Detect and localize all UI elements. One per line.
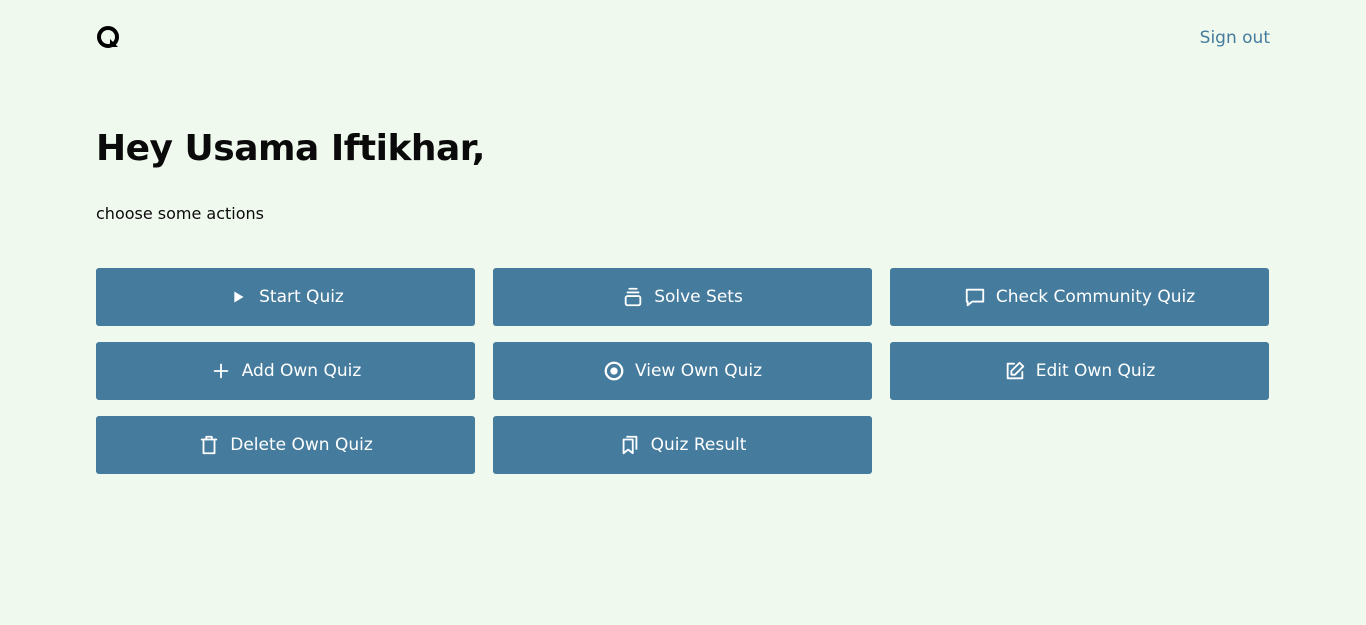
quiz-result-button[interactable]: Quiz Result [493, 416, 872, 474]
stack-icon [622, 286, 644, 308]
edit-icon [1004, 360, 1026, 382]
add-own-quiz-button[interactable]: Add Own Quiz [96, 342, 475, 400]
delete-own-quiz-label: Delete Own Quiz [230, 435, 373, 455]
target-icon [603, 360, 625, 382]
start-quiz-label: Start Quiz [259, 287, 344, 307]
plus-icon [210, 360, 232, 382]
check-community-quiz-label: Check Community Quiz [995, 287, 1196, 307]
edit-own-quiz-label: Edit Own Quiz [1035, 361, 1156, 381]
chat-icon [964, 286, 986, 308]
play-icon [227, 286, 249, 308]
solve-sets-button[interactable]: Solve Sets [493, 268, 872, 326]
sign-out-link[interactable]: Sign out [1200, 28, 1270, 48]
start-quiz-button[interactable]: Start Quiz [96, 268, 475, 326]
subtitle-text: choose some actions [96, 204, 265, 223]
bookmarks-icon [619, 434, 641, 456]
edit-own-quiz-button[interactable]: Edit Own Quiz [890, 342, 1269, 400]
view-own-quiz-button[interactable]: View Own Quiz [493, 342, 872, 400]
dashboard-page: Sign out Hey Usama Iftikhar, choose some… [0, 0, 1366, 625]
check-community-quiz-button[interactable]: Check Community Quiz [890, 268, 1269, 326]
actions-grid: Start Quiz Solve Sets Check Community Qu… [96, 268, 1269, 474]
view-own-quiz-label: View Own Quiz [634, 361, 762, 381]
trash-icon [198, 434, 220, 456]
solve-sets-label: Solve Sets [654, 287, 743, 307]
delete-own-quiz-button[interactable]: Delete Own Quiz [96, 416, 475, 474]
logo-icon[interactable] [96, 25, 120, 49]
greeting-heading: Hey Usama Iftikhar, [96, 128, 485, 169]
add-own-quiz-label: Add Own Quiz [241, 361, 362, 381]
quiz-result-label: Quiz Result [650, 435, 747, 455]
